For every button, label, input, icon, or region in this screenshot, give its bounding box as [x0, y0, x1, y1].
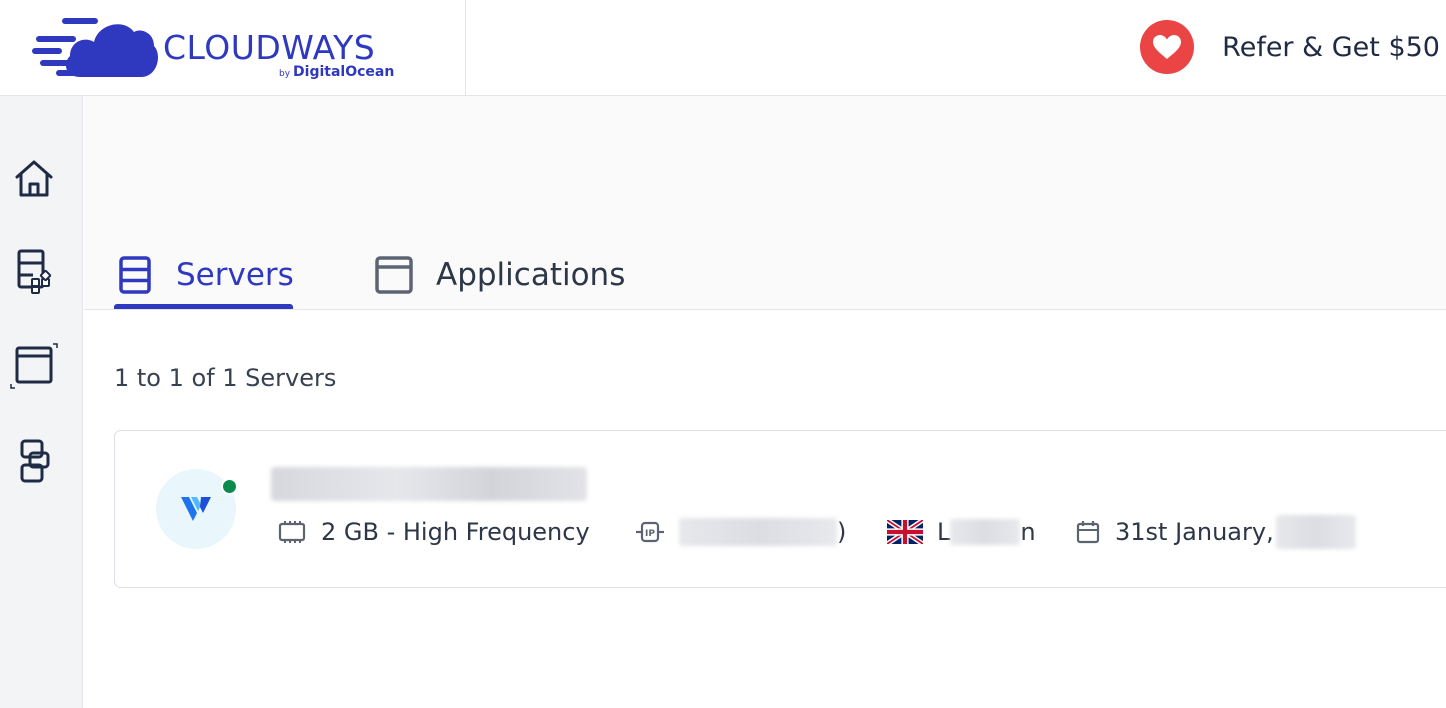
uk-flag-icon [887, 520, 923, 544]
sidebar-item-servers[interactable] [9, 246, 59, 296]
ip-address-tail: ) [837, 518, 847, 546]
tabs-divider [84, 309, 1446, 310]
memory-chip-icon [277, 519, 307, 545]
calendar-icon [1075, 519, 1101, 545]
brand-logo[interactable]: CLOUDWAYS by DigitalOcean [0, 0, 466, 95]
server-stack-icon [119, 256, 151, 294]
server-date-label: 31st January, [1115, 518, 1274, 546]
refer-button[interactable]: Refer & Get $50 [1140, 20, 1440, 74]
sidebar-item-home[interactable] [9, 154, 59, 204]
location-redacted [950, 519, 1021, 545]
server-size-label: 2 GB - High Frequency [321, 518, 590, 546]
tab-servers[interactable]: Servers [114, 244, 294, 306]
ip-address-redacted [679, 518, 837, 546]
brand-subtitle: by DigitalOcean [279, 64, 394, 80]
server-size: 2 GB - High Frequency [277, 515, 590, 549]
server-name-redacted [271, 467, 587, 501]
sidebar-item-applications[interactable] [9, 341, 59, 391]
refer-label: Refer & Get $50 [1222, 31, 1440, 63]
tab-applications[interactable]: Applications [374, 244, 625, 306]
brand-name: CLOUDWAYS [163, 28, 376, 67]
location-first-char: L [937, 518, 951, 546]
svg-text:IP: IP [645, 529, 655, 539]
server-location: L n [887, 515, 1036, 549]
main-content: Servers Applications 1 to 1 of 1 Servers [84, 96, 1446, 708]
app-window-icon [375, 256, 413, 294]
brand-sub-name: DigitalOcean [293, 64, 395, 80]
server-card[interactable]: 2 GB - High Frequency IP ) L n 31st Janu… [114, 430, 1446, 588]
app-window-icon [10, 343, 58, 389]
tab-applications-label: Applications [436, 257, 626, 293]
status-indicator [221, 478, 238, 495]
ip-address-icon: IP [635, 519, 665, 545]
sidebar-item-projects[interactable] [9, 436, 59, 486]
sidebar [0, 96, 83, 708]
result-count: 1 to 1 of 1 Servers [114, 364, 337, 392]
cloudways-logo-icon [32, 18, 158, 77]
top-bar: CLOUDWAYS by DigitalOcean Refer & Get $50 [0, 0, 1446, 96]
heart-icon [1140, 20, 1195, 74]
server-apps-icon [17, 249, 52, 294]
brand-sub-prefix: by [279, 69, 291, 79]
server-created-date: 31st January, [1075, 515, 1356, 549]
location-last-char: n [1020, 518, 1036, 546]
home-icon [15, 160, 53, 197]
date-year-redacted [1275, 515, 1356, 549]
tab-servers-label: Servers [176, 257, 294, 293]
server-ip: IP ) [635, 515, 846, 549]
projects-icon [20, 439, 50, 483]
